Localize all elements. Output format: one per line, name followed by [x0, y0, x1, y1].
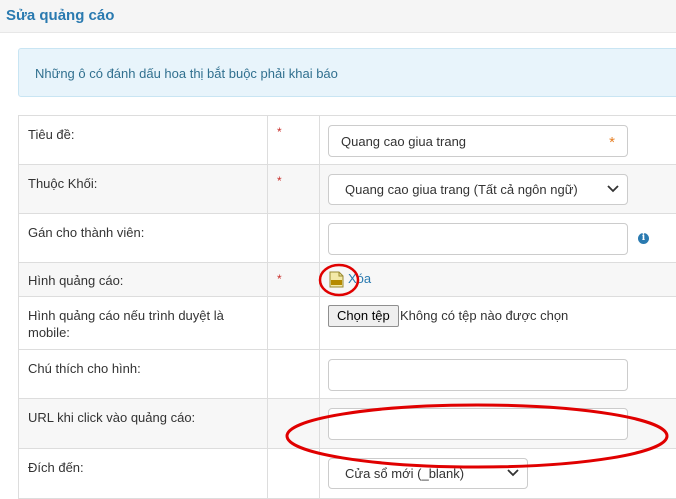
- info-icon[interactable]: i: [638, 233, 649, 244]
- delete-image-link[interactable]: Xóa: [348, 271, 371, 286]
- block-select-value: Quang cao giua trang (Tất cả ngôn ngữ): [345, 182, 578, 197]
- row-block: Thuộc Khối: * Quang cao giua trang (Tất …: [19, 165, 676, 214]
- row-caption: Chú thích cho hình:: [19, 350, 676, 399]
- mobile-image-label: Hình quảng cáo nếu trình duyệt là mobile…: [28, 307, 263, 341]
- row-member: Gán cho thành viên: i: [19, 214, 676, 263]
- chevron-down-icon: [507, 468, 519, 478]
- required-mark: *: [277, 272, 282, 286]
- required-mark: *: [277, 174, 282, 188]
- required-star-icon: *: [609, 134, 615, 151]
- image-label: Hình quảng cáo:: [28, 272, 263, 289]
- target-label: Đích đến:: [28, 459, 263, 476]
- url-label: URL khi click vào quảng cáo:: [28, 409, 263, 426]
- choose-file-button[interactable]: Chọn tệp: [328, 305, 399, 327]
- title-label: Tiêu đề:: [28, 126, 263, 143]
- no-file-text: Không có tệp nào được chọn: [400, 308, 568, 323]
- url-input[interactable]: [328, 408, 628, 440]
- title-input-value: Quang cao giua trang: [341, 134, 466, 149]
- caption-input[interactable]: [328, 359, 628, 391]
- row-target: Đích đến: Cửa sổ mới (_blank): [19, 449, 676, 499]
- row-url: URL khi click vào quảng cáo:: [19, 399, 676, 449]
- target-select-value: Cửa sổ mới (_blank): [345, 466, 464, 481]
- member-label: Gán cho thành viên:: [28, 224, 263, 241]
- block-select[interactable]: Quang cao giua trang (Tất cả ngôn ngữ): [328, 174, 628, 205]
- block-label: Thuộc Khối:: [28, 175, 263, 192]
- required-mark: *: [277, 125, 282, 139]
- caption-label: Chú thích cho hình:: [28, 360, 263, 377]
- row-mobile-image: Hình quảng cáo nếu trình duyệt là mobile…: [19, 297, 676, 350]
- row-image: Hình quảng cáo: * Xóa: [19, 263, 676, 297]
- chevron-down-icon: [607, 184, 619, 194]
- row-title: Tiêu đề: * Quang cao giua trang *: [19, 116, 676, 165]
- title-input[interactable]: Quang cao giua trang *: [328, 125, 628, 157]
- target-select[interactable]: Cửa sổ mới (_blank): [328, 458, 528, 489]
- page-title: Sửa quảng cáo: [6, 7, 114, 24]
- required-notice-text: Những ô có đánh dấu hoa thị bắt buộc phả…: [35, 66, 338, 81]
- ad-edit-form: Tiêu đề: * Quang cao giua trang * Thuộc …: [18, 115, 676, 499]
- member-input[interactable]: [328, 223, 628, 255]
- page-header: Sửa quảng cáo: [0, 0, 676, 33]
- required-notice: Những ô có đánh dấu hoa thị bắt buộc phả…: [18, 48, 676, 97]
- jpg-file-icon: [329, 271, 344, 288]
